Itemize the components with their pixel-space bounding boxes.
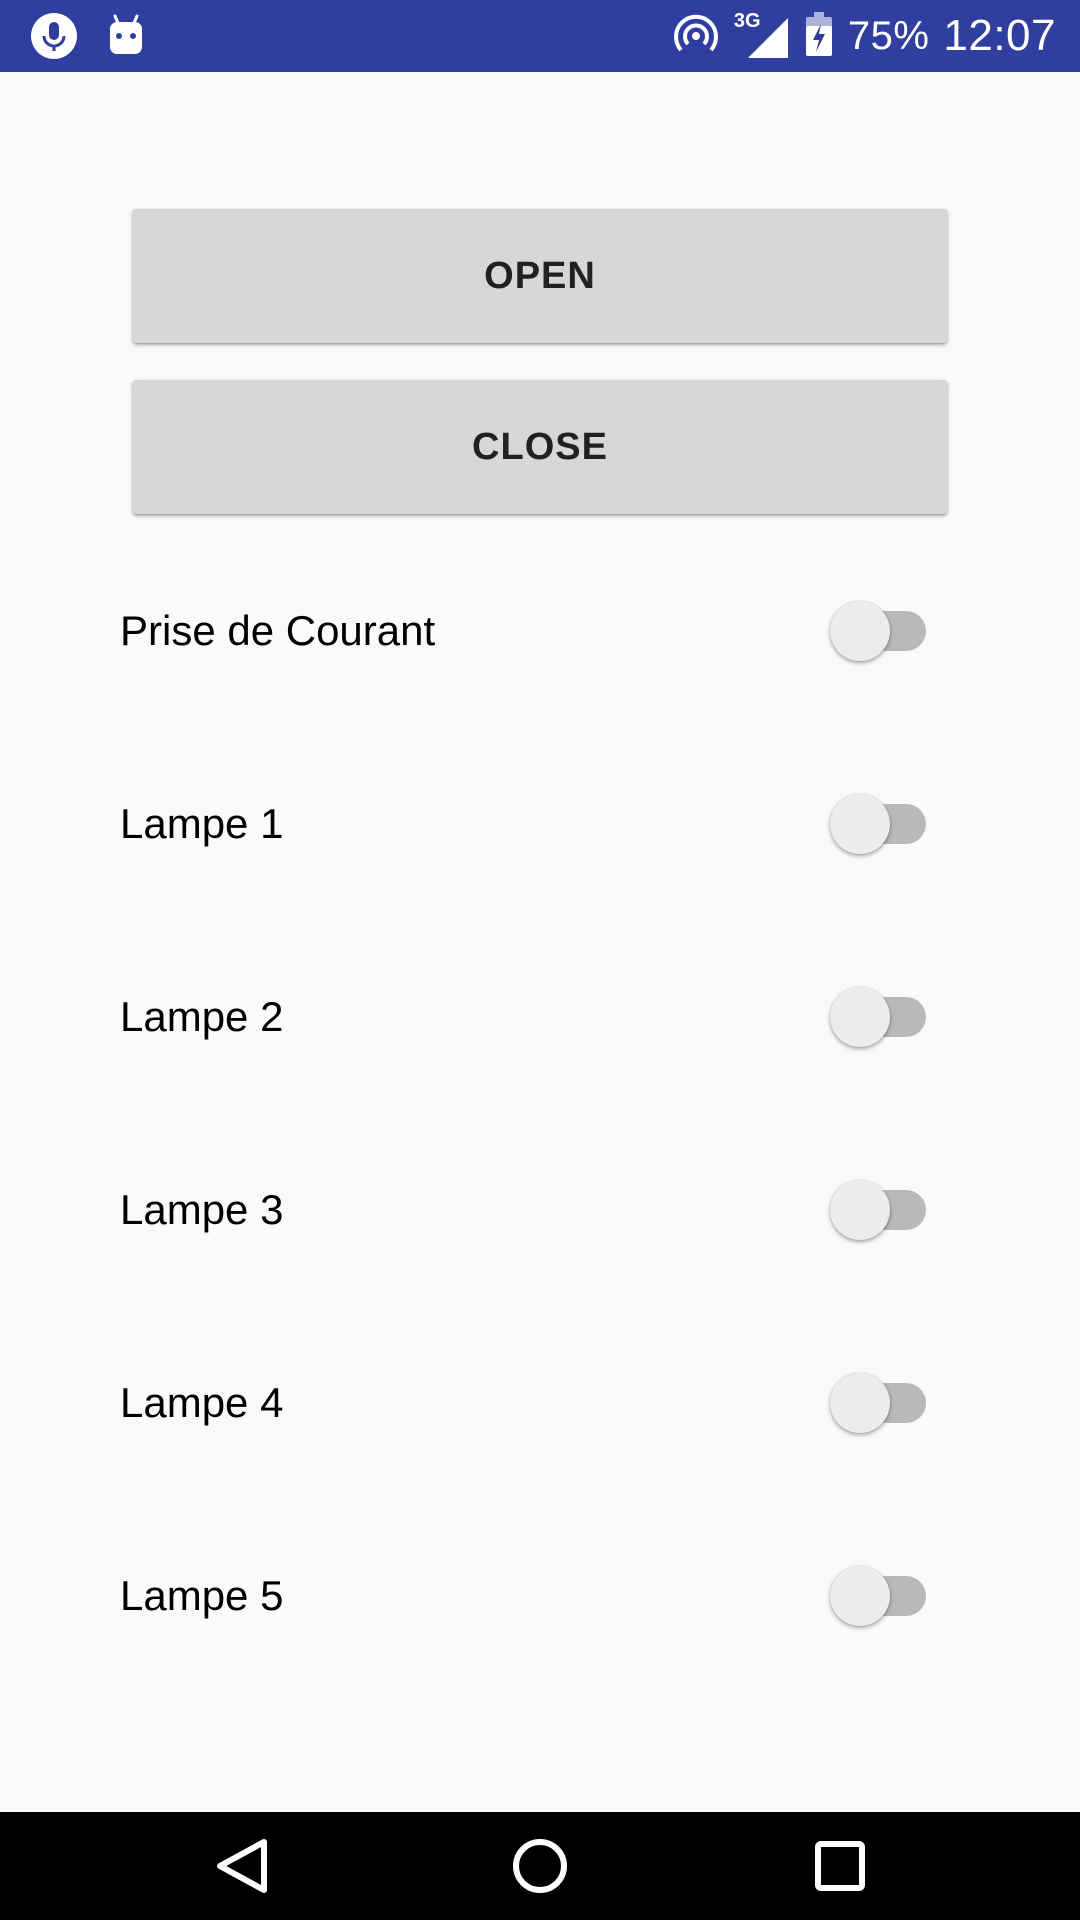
battery-charging-icon <box>804 10 834 63</box>
switch-thumb <box>830 1566 890 1626</box>
back-icon[interactable] <box>212 1836 272 1896</box>
switch-row-prise-de-courant: Prise de Courant <box>0 581 1080 681</box>
android-icon <box>102 12 150 60</box>
switch-label: Lampe 2 <box>120 993 284 1040</box>
lampe-3-switch[interactable] <box>830 1178 930 1242</box>
prise-de-courant-switch[interactable] <box>830 599 930 663</box>
switch-label: Lampe 3 <box>120 1186 284 1233</box>
microphone-icon <box>30 12 78 60</box>
clock: 12:07 <box>943 11 1056 60</box>
close-button[interactable]: CLOSE <box>133 380 947 514</box>
lampe-2-switch[interactable] <box>830 985 930 1049</box>
switch-thumb <box>830 794 890 854</box>
lampe-5-switch[interactable] <box>830 1564 930 1628</box>
switch-label: Prise de Courant <box>120 607 436 654</box>
switch-thumb <box>830 1373 890 1433</box>
status-bar: 3G 75% 12:07 <box>0 0 1080 72</box>
main-content: OPEN CLOSE Prise de Courant Lampe 1 Lamp… <box>0 72 1080 1812</box>
navigation-bar <box>0 1812 1080 1920</box>
signal-icon: 3G <box>734 10 790 60</box>
home-icon[interactable] <box>510 1836 570 1896</box>
switch-label: Lampe 5 <box>120 1572 284 1619</box>
hotspot-icon <box>672 10 720 63</box>
switch-row-lampe-5: Lampe 5 <box>0 1546 1080 1646</box>
status-icons: 3G 75% 12:07 <box>672 0 1056 72</box>
switch-label: Lampe 1 <box>120 800 284 847</box>
switch-label: Lampe 4 <box>120 1379 284 1426</box>
switch-row-lampe-2: Lampe 2 <box>0 967 1080 1067</box>
lampe-1-switch[interactable] <box>830 792 930 856</box>
lampe-4-switch[interactable] <box>830 1371 930 1435</box>
open-button[interactable]: OPEN <box>133 209 947 343</box>
switch-thumb <box>830 1180 890 1240</box>
switch-row-lampe-1: Lampe 1 <box>0 774 1080 874</box>
recents-icon[interactable] <box>810 1836 870 1896</box>
switch-row-lampe-3: Lampe 3 <box>0 1160 1080 1260</box>
switch-row-lampe-4: Lampe 4 <box>0 1353 1080 1453</box>
battery-percent: 75% <box>847 13 930 58</box>
switch-thumb <box>830 987 890 1047</box>
switch-thumb <box>830 601 890 661</box>
